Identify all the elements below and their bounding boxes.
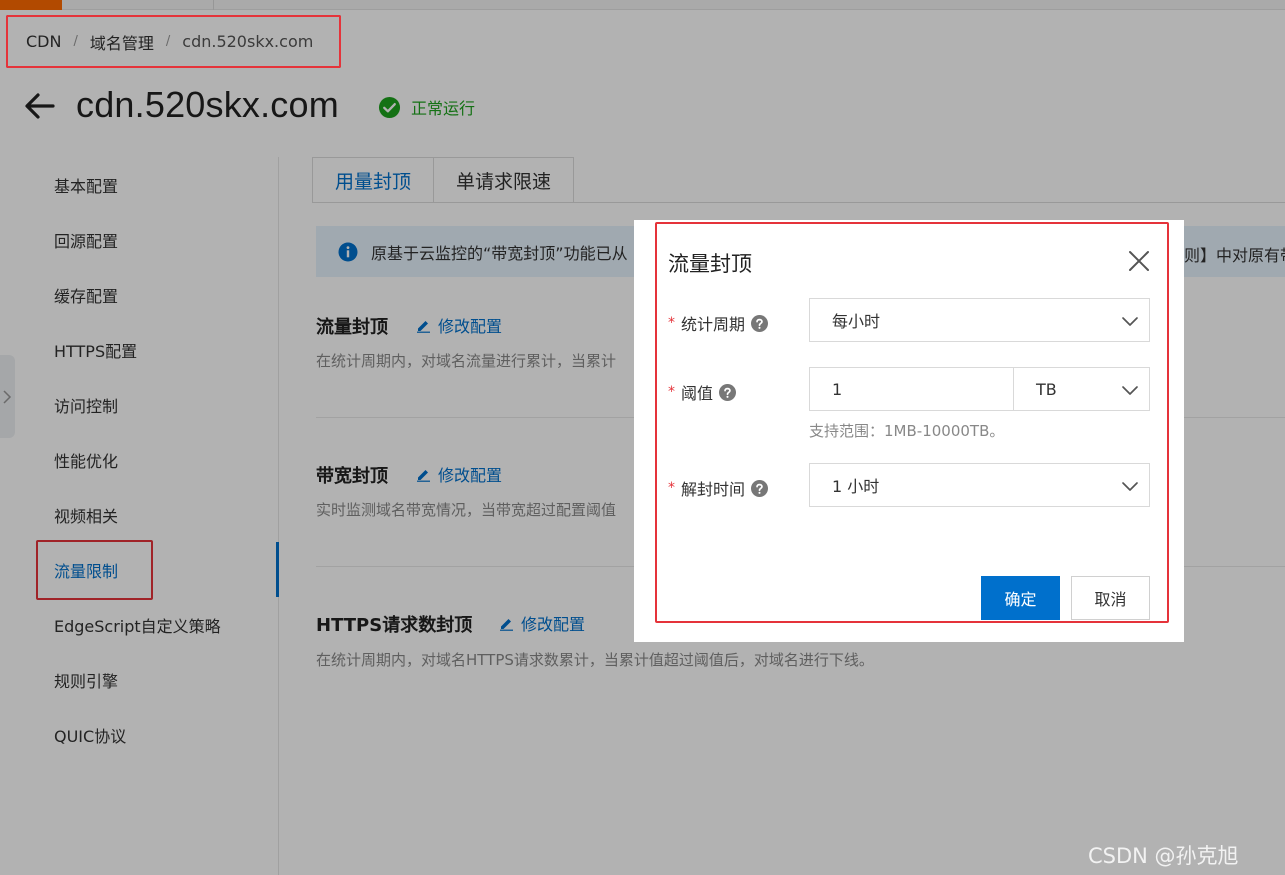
unblock-select[interactable]: 1 小时 xyxy=(809,463,1150,507)
close-icon[interactable] xyxy=(1128,250,1150,272)
required-mark: * xyxy=(668,384,675,400)
help-icon[interactable] xyxy=(719,383,737,401)
threshold-unit-value: TB xyxy=(1036,379,1057,399)
unblock-label-text: 解封时间 xyxy=(681,480,746,499)
chevron-down-icon xyxy=(1122,317,1138,326)
threshold-label-text: 阈值 xyxy=(681,384,714,403)
threshold-input-value: 1 xyxy=(832,379,843,399)
annotation-highlight-breadcrumb xyxy=(6,15,341,68)
required-mark: * xyxy=(668,480,675,496)
threshold-hint: 支持范围：1MB-10000TB。 xyxy=(809,422,1005,440)
threshold-unit-select[interactable]: TB xyxy=(1013,367,1150,411)
dialog-title: 流量封顶 xyxy=(668,252,752,276)
chevron-down-icon xyxy=(1122,482,1138,491)
help-icon[interactable] xyxy=(751,314,769,332)
watermark: CSDN @孙克旭 xyxy=(1088,844,1239,868)
period-select[interactable]: 每小时 xyxy=(809,298,1150,342)
help-icon[interactable] xyxy=(751,479,769,497)
period-select-value: 每小时 xyxy=(832,312,881,331)
threshold-label: * 阈值 xyxy=(668,380,737,404)
threshold-input[interactable]: 1 xyxy=(809,367,1014,411)
chevron-down-icon xyxy=(1122,386,1138,395)
period-label: * 统计周期 xyxy=(668,311,769,335)
required-mark: * xyxy=(668,315,675,331)
unblock-select-value: 1 小时 xyxy=(832,477,880,496)
cancel-button[interactable]: 取消 xyxy=(1071,576,1150,620)
period-label-text: 统计周期 xyxy=(681,315,746,334)
unblock-label: * 解封时间 xyxy=(668,476,769,500)
confirm-button[interactable]: 确定 xyxy=(981,576,1060,620)
